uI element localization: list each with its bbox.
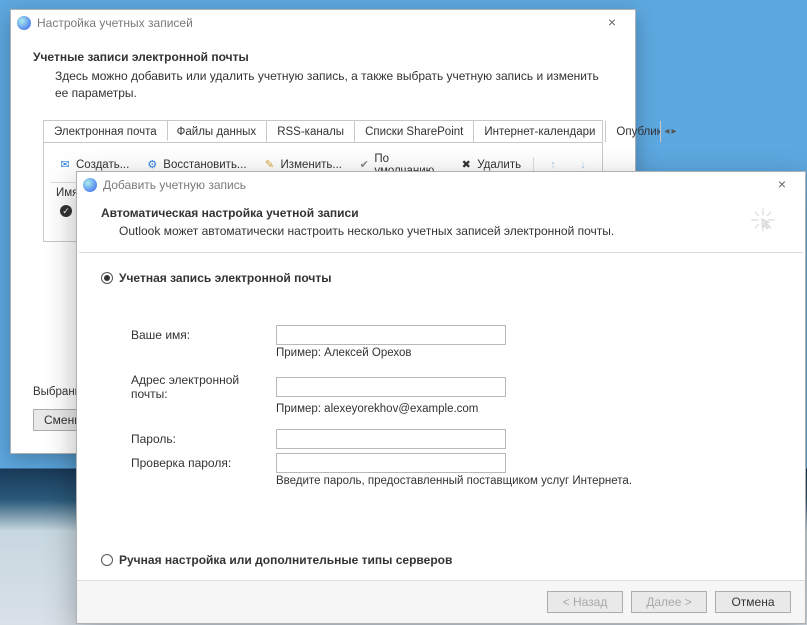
gear-repair-icon: ⚙: [145, 158, 159, 172]
back-button[interactable]: < Назад: [547, 591, 623, 613]
tab-scroll: ◂ ▸: [661, 121, 679, 142]
window-title: Добавить учетную запись: [103, 178, 246, 192]
window-title: Настройка учетных записей: [37, 16, 193, 30]
new-account-label: Создать...: [76, 159, 129, 171]
add-account-window: Добавить учетную запись × Автоматическая…: [76, 171, 806, 624]
tab-scroll-left-icon[interactable]: ◂: [664, 126, 669, 137]
section-heading: Учетные записи электронной почты: [33, 50, 613, 64]
tab-internet-calendars[interactable]: Интернет-календари: [474, 121, 606, 142]
radio-icon: [101, 272, 113, 284]
radio-manual-label: Ручная настройка или дополнительные типы…: [119, 553, 452, 567]
email-label: Адрес электронной почты:: [131, 373, 276, 401]
next-button[interactable]: Далее >: [631, 591, 707, 613]
tab-data-files[interactable]: Файлы данных: [167, 121, 268, 142]
tab-rss[interactable]: RSS-каналы: [267, 121, 355, 142]
name-label: Ваше имя:: [131, 328, 276, 342]
wizard-subheading: Outlook может автоматически настроить не…: [101, 224, 749, 238]
wizard-header: Автоматическая настройка учетной записи …: [77, 198, 805, 252]
cancel-button[interactable]: Отмена: [715, 591, 791, 613]
arrow-up-icon: ↑: [546, 158, 560, 172]
email-hint: Пример: alexeyorekhov@example.com: [131, 403, 781, 415]
arrow-down-icon: ↓: [576, 158, 590, 172]
repair-account-label: Восстановить...: [163, 159, 246, 171]
radio-email-account[interactable]: Учетная запись электронной почты: [101, 271, 781, 285]
pencil-change-icon: ✎: [263, 158, 277, 172]
wizard-footer: < Назад Далее > Отмена: [77, 580, 805, 623]
account-form: Ваше имя: Пример: Алексей Орехов Адрес э…: [101, 325, 781, 487]
x-delete-icon: ✖: [459, 158, 473, 172]
close-icon[interactable]: ×: [595, 13, 629, 33]
wizard-heading: Автоматическая настройка учетной записи: [101, 206, 749, 220]
check-default-icon: ✔: [358, 158, 370, 172]
name-input[interactable]: [276, 325, 506, 345]
password-label: Пароль:: [131, 432, 276, 446]
sparkle-cursor-icon: [749, 206, 777, 234]
globe-icon: [17, 16, 31, 30]
default-check-icon: ✓: [60, 205, 72, 217]
tab-published-truncated[interactable]: Опублико: [606, 121, 661, 142]
window-titlebar[interactable]: Добавить учетную запись ×: [77, 172, 805, 198]
globe-icon: [83, 178, 97, 192]
section-description: Здесь можно добавить или удалить учетную…: [33, 68, 613, 102]
delete-account-label: Удалить: [477, 159, 521, 171]
tab-scroll-right-icon[interactable]: ▸: [671, 126, 676, 137]
close-icon[interactable]: ×: [765, 175, 799, 195]
password-hint: Введите пароль, предоставленный поставщи…: [131, 475, 781, 487]
change-account-label: Изменить...: [281, 159, 342, 171]
password-confirm-label: Проверка пароля:: [131, 456, 276, 470]
tab-email[interactable]: Электронная почта: [43, 120, 168, 141]
name-hint: Пример: Алексей Орехов: [131, 347, 781, 359]
password-input[interactable]: [276, 429, 506, 449]
window-titlebar[interactable]: Настройка учетных записей ×: [11, 10, 635, 36]
mail-new-icon: ✉: [58, 158, 72, 172]
tabs-bar: Электронная почта Файлы данных RSS-канал…: [43, 120, 603, 143]
radio-manual-setup[interactable]: Ручная настройка или дополнительные типы…: [101, 553, 781, 567]
wizard-body: Учетная запись электронной почты Ваше им…: [77, 253, 805, 567]
password-confirm-input[interactable]: [276, 453, 506, 473]
radio-email-label: Учетная запись электронной почты: [119, 271, 332, 285]
tab-sharepoint[interactable]: Списки SharePoint: [355, 121, 474, 142]
email-input[interactable]: [276, 377, 506, 397]
radio-icon: [101, 554, 113, 566]
